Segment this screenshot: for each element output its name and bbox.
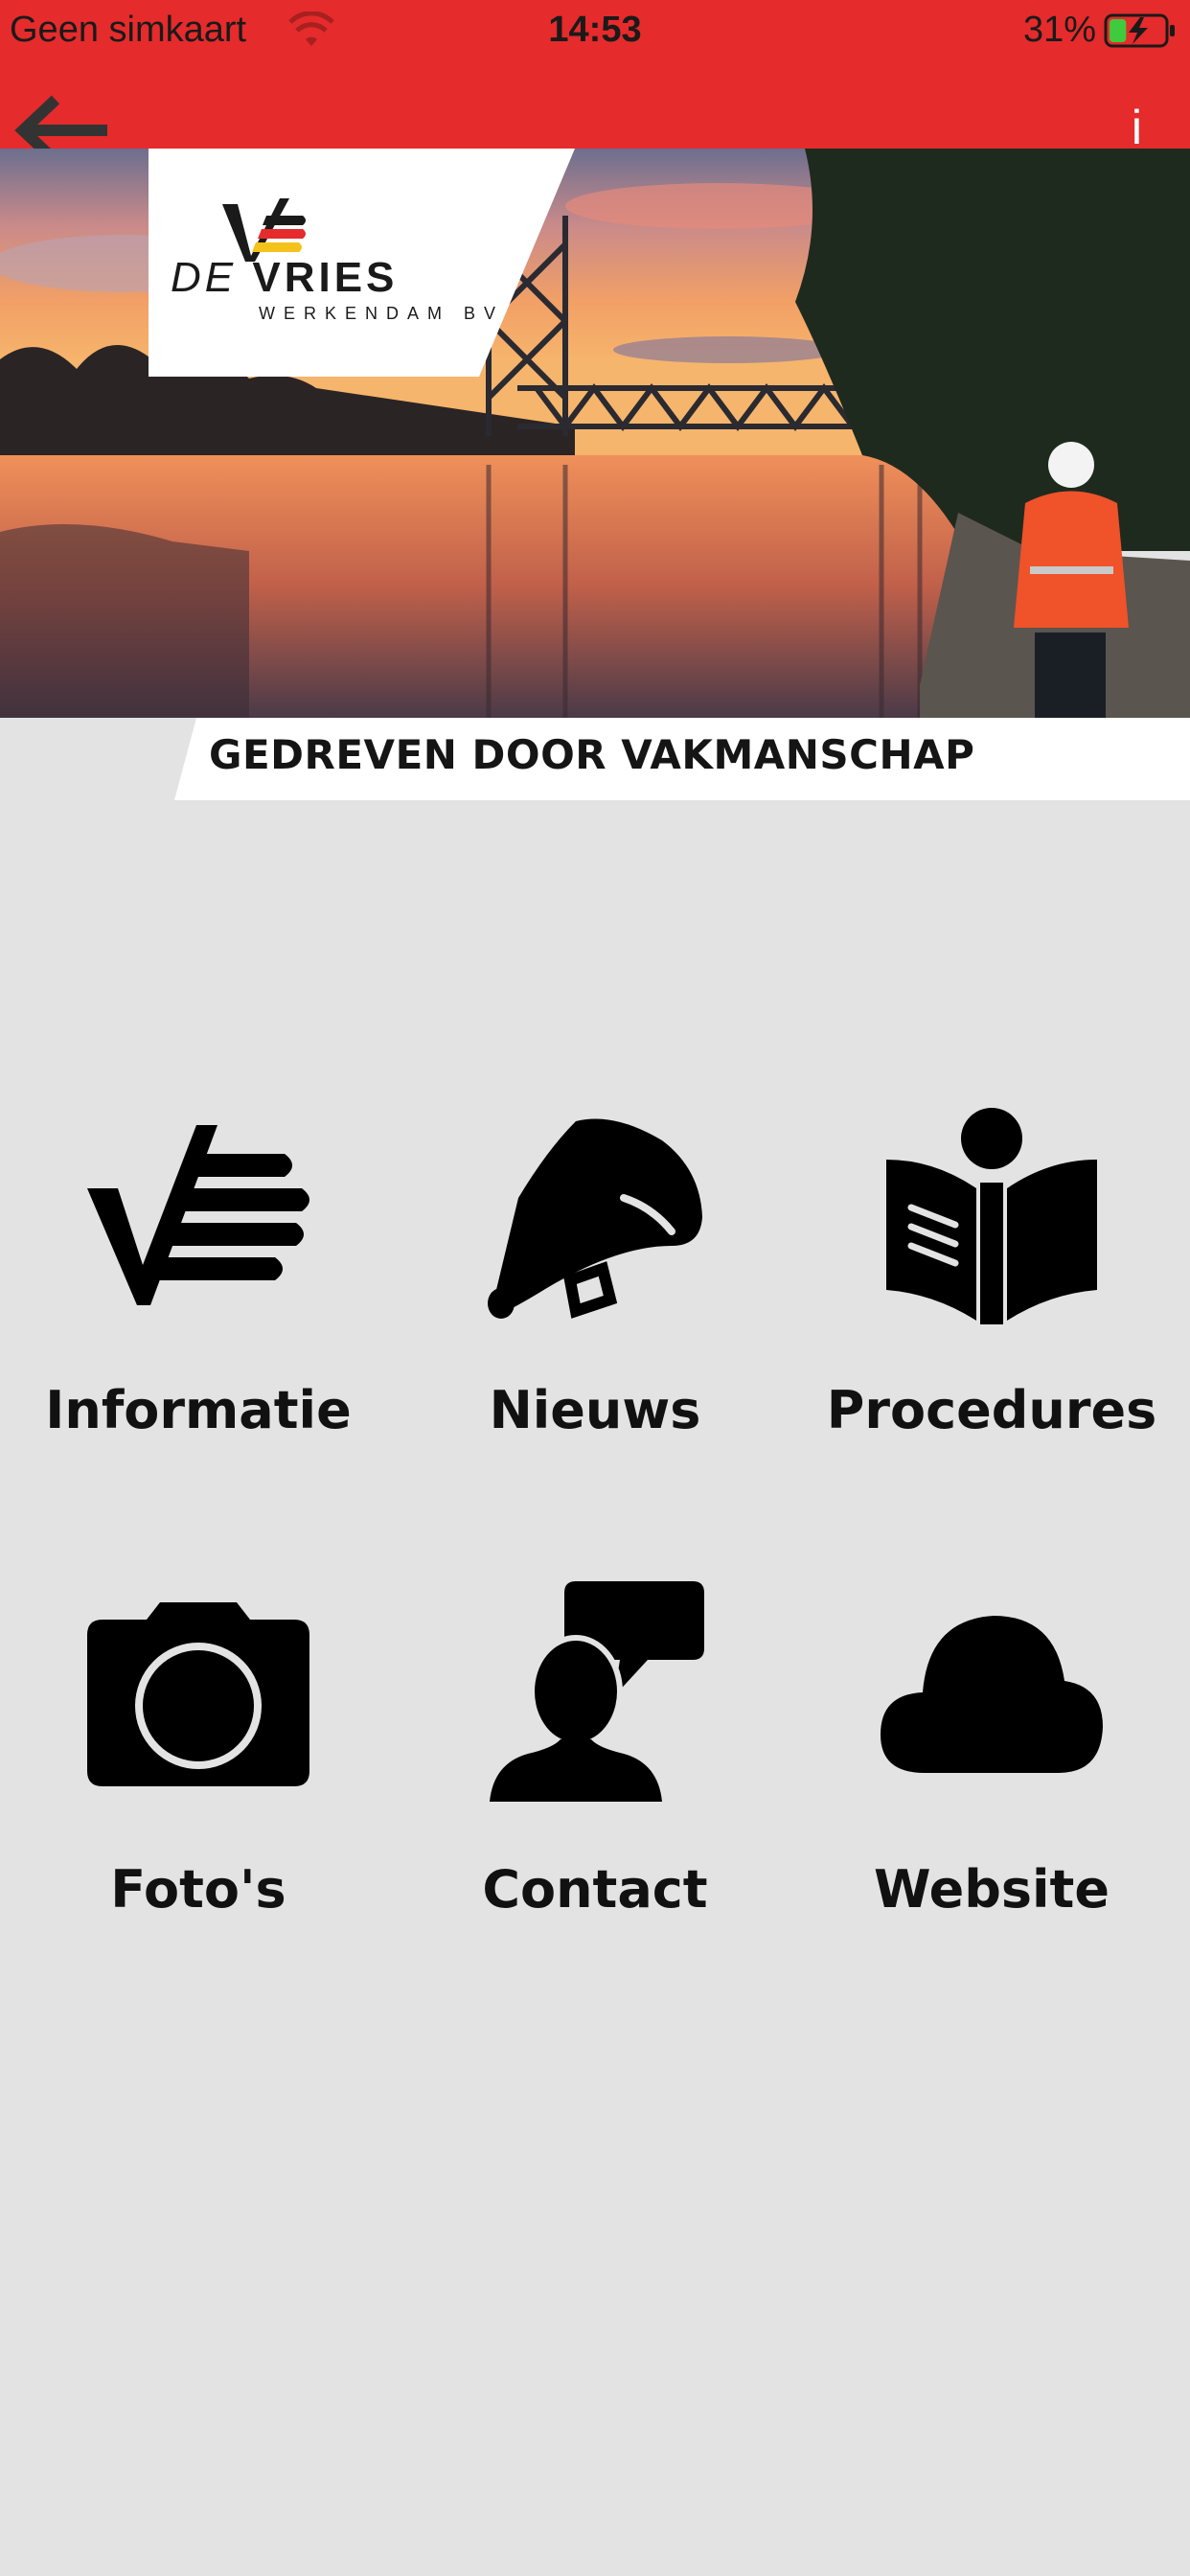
menu-label: Nieuws	[489, 1380, 701, 1440]
menu-item-informatie[interactable]: Informatie	[0, 1102, 397, 1505]
check-stripes-icon	[87, 1125, 309, 1305]
camera-icon	[87, 1602, 309, 1786]
book-info-icon	[886, 1108, 1097, 1324]
top-bar: Geen simkaart 14:53 31% i	[0, 0, 1190, 166]
menu-label: Informatie	[45, 1380, 352, 1440]
battery-icon	[1104, 13, 1175, 48]
menu-label: Foto's	[110, 1859, 286, 1920]
menu-label: Website	[873, 1859, 1110, 1920]
logo-panel	[149, 149, 575, 377]
menu-item-website[interactable]: Website	[793, 1581, 1190, 1984]
hero-banner: DE VRIES WERKENDAM BV	[0, 149, 1190, 718]
status-bar: Geen simkaart 14:53 31%	[0, 0, 1190, 61]
battery-percent: 31%	[1022, 10, 1096, 50]
menu-item-nieuws[interactable]: Nieuws	[397, 1102, 793, 1505]
megaphone-icon	[488, 1118, 702, 1319]
status-time: 14:53	[548, 10, 642, 50]
cloud-icon	[881, 1616, 1103, 1773]
menu-label: Contact	[482, 1859, 708, 1920]
tagline-strip: GEDREVEN DOOR VAKMANSCHAP	[0, 718, 1190, 800]
info-button[interactable]: i	[1132, 100, 1142, 155]
menu-label: Procedures	[826, 1380, 1157, 1440]
menu-item-contact[interactable]: Contact	[397, 1581, 793, 1984]
person-speech-icon	[490, 1581, 704, 1802]
menu-item-fotos[interactable]: Foto's	[0, 1581, 397, 1984]
menu-item-procedures[interactable]: Procedures	[793, 1102, 1190, 1505]
tagline-text: GEDREVEN DOOR VAKMANSCHAP	[209, 731, 975, 778]
